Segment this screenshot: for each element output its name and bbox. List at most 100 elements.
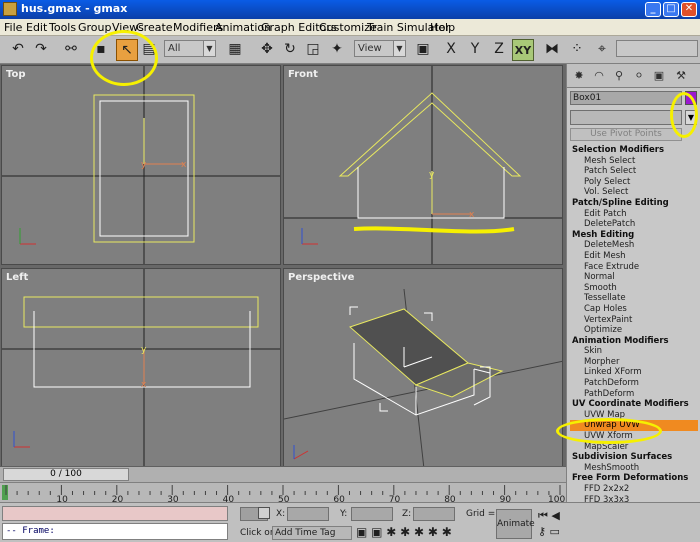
- add-time-tag-button[interactable]: Add Time Tag: [272, 526, 352, 540]
- modifier-list-dropdown[interactable]: [570, 110, 682, 125]
- restrict-xy-button[interactable]: XY: [512, 39, 534, 61]
- modifier-item[interactable]: MapScaler: [570, 442, 698, 453]
- object-name-field[interactable]: Box01: [570, 91, 682, 105]
- select-by-name-icon[interactable]: ▤: [138, 39, 160, 61]
- viewport-top[interactable]: Top y x: [1, 65, 281, 265]
- selection-lock-icon[interactable]: [258, 507, 270, 519]
- restrict-y-button[interactable]: Y: [464, 39, 486, 61]
- hierarchy-tab-icon[interactable]: ⚲: [611, 68, 627, 84]
- y-coord-field[interactable]: [351, 507, 393, 521]
- select-manipulate-icon[interactable]: ✦: [326, 39, 348, 61]
- modifier-item[interactable]: Face Extrude: [570, 262, 698, 273]
- modifier-item[interactable]: DeleteMesh: [570, 240, 698, 251]
- create-tab-icon[interactable]: ✸: [571, 68, 587, 84]
- select-object-icon[interactable]: ↖: [116, 39, 138, 61]
- modifier-item[interactable]: Smooth: [570, 283, 698, 294]
- reference-coord-dropdown[interactable]: View ▼: [354, 40, 406, 57]
- modifier-item[interactable]: FFD 2x2x2: [570, 484, 698, 495]
- viewport-label-top[interactable]: Top: [6, 69, 26, 80]
- move-icon[interactable]: ✥: [256, 39, 278, 61]
- command-panel-tabs: ✸ ◠ ⚲ ⚪ ▣ ⚒: [567, 64, 700, 88]
- motion-tab-icon[interactable]: ⚪: [631, 68, 647, 84]
- key-icon[interactable]: ⚷ ▭: [538, 525, 560, 538]
- rotate-icon[interactable]: ↻: [279, 39, 301, 61]
- restrict-z-button[interactable]: Z: [488, 39, 510, 61]
- align-icon[interactable]: ⌖: [591, 39, 613, 61]
- track-bar[interactable]: 10 20 30 40 50 60 70 80 90 100: [0, 482, 566, 505]
- object-color-swatch[interactable]: [685, 91, 697, 105]
- modifier-item[interactable]: Vol. Select: [570, 187, 698, 198]
- modifier-item[interactable]: MeshSmooth: [570, 463, 698, 474]
- modifier-item[interactable]: Tessellate: [570, 293, 698, 304]
- maxscript-output[interactable]: -- Frame:: [2, 523, 228, 540]
- x-coord-field[interactable]: [287, 507, 329, 521]
- select-and-link-icon[interactable]: ⚯: [60, 39, 82, 61]
- modifier-category-header: UV Coordinate Modifiers: [572, 399, 689, 410]
- menu-group[interactable]: Group: [78, 21, 112, 34]
- time-slider[interactable]: 0 / 100: [3, 468, 129, 481]
- modifier-item[interactable]: UVW Map: [570, 410, 698, 421]
- svg-text:y: y: [141, 345, 147, 355]
- scale-icon[interactable]: ◲: [302, 39, 324, 61]
- modifier-item[interactable]: PatchDeform: [570, 378, 698, 389]
- redo-icon[interactable]: ↷: [30, 39, 52, 61]
- menu-edit[interactable]: Edit: [26, 21, 47, 34]
- animate-button[interactable]: Animate: [496, 509, 535, 539]
- modifier-item[interactable]: Edit Patch: [570, 209, 698, 220]
- playback-icons[interactable]: ▣ ▣ ✱ ✱ ✱ ✱ ✱: [356, 525, 452, 539]
- modifier-item[interactable]: Mesh Select: [570, 156, 698, 167]
- array-icon[interactable]: ⁘: [566, 39, 588, 61]
- modifier-item[interactable]: Patch Select: [570, 166, 698, 177]
- viewport-label-perspective[interactable]: Perspective: [288, 272, 354, 283]
- modifier-category-header: Selection Modifiers: [572, 145, 665, 155]
- pivot-center-icon[interactable]: ▣: [412, 39, 434, 61]
- time-slider-bar: 0 / 100: [0, 466, 566, 482]
- modifier-category-header: Animation Modifiers: [572, 335, 669, 346]
- select-region-icon[interactable]: ▦: [224, 39, 246, 61]
- viewport-perspective[interactable]: Perspective: [283, 268, 563, 468]
- maxscript-listener-input[interactable]: [2, 506, 228, 521]
- maximize-button[interactable]: □: [663, 2, 679, 17]
- svg-text:x: x: [181, 160, 187, 170]
- mirror-icon[interactable]: ⧓: [541, 39, 563, 61]
- modifier-item[interactable]: Optimize: [570, 325, 698, 336]
- restrict-x-button[interactable]: X: [440, 39, 462, 61]
- menu-help[interactable]: Help: [430, 21, 455, 34]
- modifier-item[interactable]: UVW Xform: [570, 431, 698, 442]
- display-tab-icon[interactable]: ▣: [651, 68, 667, 84]
- close-button[interactable]: ✕: [681, 2, 697, 17]
- viewport-label-front[interactable]: Front: [288, 69, 318, 80]
- bind-icon[interactable]: ▪: [90, 39, 112, 61]
- key-mode-icon[interactable]: ⏮ ◀: [538, 509, 560, 523]
- undo-icon[interactable]: ↶: [7, 39, 29, 61]
- modifier-item[interactable]: VertexPaint: [570, 315, 698, 326]
- use-pivot-points-button[interactable]: Use Pivot Points: [570, 128, 682, 141]
- modifier-item[interactable]: Unwrap UVW: [570, 420, 698, 432]
- viewport-front[interactable]: Front y x: [283, 65, 563, 265]
- modifier-item[interactable]: Poly Select: [570, 177, 698, 188]
- menu-file[interactable]: File: [4, 21, 22, 34]
- selection-filter-dropdown[interactable]: All ▼: [164, 40, 216, 57]
- viewport-left[interactable]: Left y x: [1, 268, 281, 468]
- menu-tools[interactable]: Tools: [49, 21, 76, 34]
- modifier-item[interactable]: Morpher: [570, 357, 698, 368]
- modifier-item[interactable]: Cap Holes: [570, 304, 698, 315]
- modifier-item[interactable]: Normal: [570, 272, 698, 283]
- modifier-item[interactable]: Edit Mesh: [570, 251, 698, 262]
- app-icon[interactable]: [3, 2, 17, 16]
- chevron-down-icon[interactable]: ▼: [685, 110, 697, 125]
- modify-tab-icon[interactable]: ◠: [591, 68, 607, 84]
- modifier-item[interactable]: DeletePatch: [570, 219, 698, 230]
- minimize-button[interactable]: _: [645, 2, 661, 17]
- utilities-tab-icon[interactable]: ⚒: [673, 68, 689, 84]
- y-coord-label: Y:: [340, 509, 348, 519]
- viewport-label-left[interactable]: Left: [6, 272, 28, 283]
- modifier-item[interactable]: Linked XForm: [570, 367, 698, 378]
- modifier-item[interactable]: Skin: [570, 346, 698, 357]
- named-selection-dropdown[interactable]: [616, 40, 698, 57]
- z-coord-field[interactable]: [413, 507, 455, 521]
- current-frame-marker: [2, 485, 8, 500]
- menu-create[interactable]: Create: [136, 21, 173, 34]
- z-coord-label: Z:: [402, 509, 412, 519]
- modifier-item[interactable]: PathDeform: [570, 389, 698, 400]
